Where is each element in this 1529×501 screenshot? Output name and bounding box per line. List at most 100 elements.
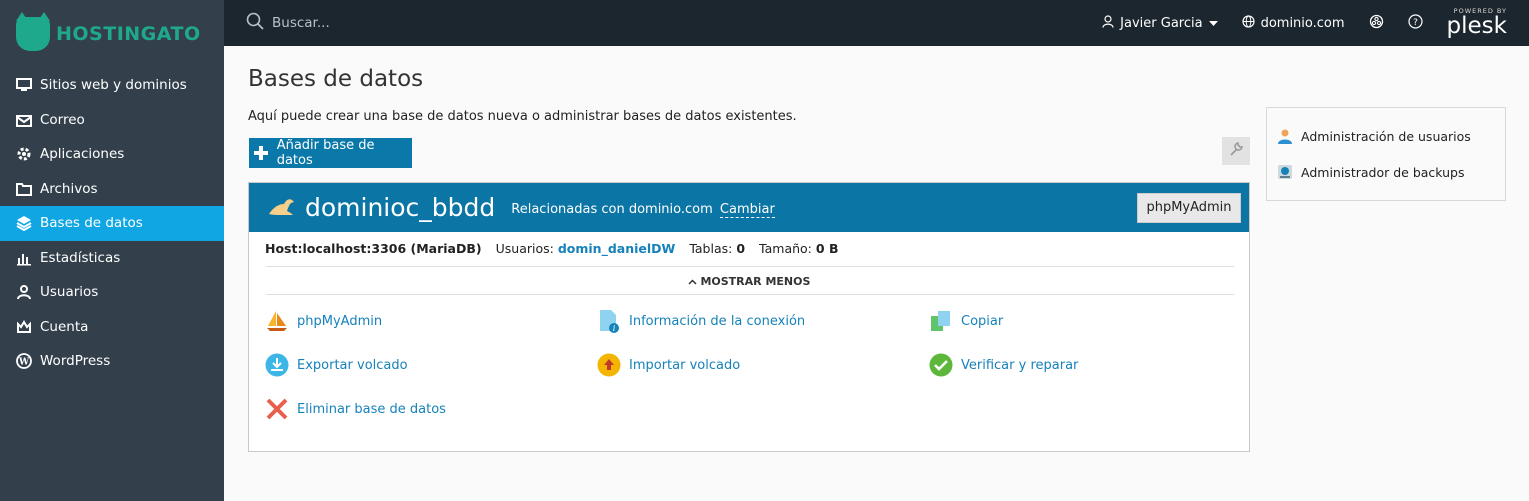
action-copy[interactable]: Copiar [929, 309, 1003, 333]
chevron-up-icon [688, 275, 697, 288]
wrench-icon [1228, 141, 1244, 161]
domain-menu[interactable]: dominio.com [1241, 14, 1345, 32]
help-icon: ? [1407, 13, 1423, 33]
backup-icon [1277, 164, 1293, 180]
sidebar-item-label: Aplicaciones [40, 146, 125, 163]
user-name: Javier Garcia [1120, 15, 1203, 31]
action-connection-info[interactable]: i Información de la conexión [597, 309, 805, 333]
folder-icon [16, 181, 32, 197]
sidebar-item-statistics[interactable]: Estadísticas [0, 241, 224, 276]
search-icon [246, 12, 264, 34]
sidebar-item-label: Bases de datos [40, 215, 143, 232]
plesk-wordmark: plesk [1446, 12, 1507, 39]
action-verify-repair[interactable]: Verificar y reparar [929, 353, 1078, 377]
bar-chart-icon [16, 250, 32, 266]
svg-text:W: W [18, 358, 30, 368]
delete-x-icon [265, 397, 289, 421]
plus-icon [253, 145, 269, 161]
user-menu[interactable]: Javier Garcia [1102, 14, 1218, 32]
crown-icon [16, 319, 32, 335]
users-label: Usuarios: [495, 241, 554, 256]
domain-name: dominio.com [1260, 15, 1345, 31]
plesk-logo[interactable]: POWERED BY plesk [1447, 8, 1507, 38]
sidebar-item-account[interactable]: Cuenta [0, 310, 224, 345]
tables-value: 0 [736, 241, 746, 256]
action-phpmyadmin[interactable]: phpMyAdmin [265, 309, 382, 333]
user-admin-icon [1277, 128, 1293, 144]
show-less-toggle[interactable]: MOSTRAR MENOS [249, 275, 1249, 288]
host-value: localhost:3306 (MariaDB) [302, 241, 482, 256]
sidebar-item-mail[interactable]: Correo [0, 103, 224, 138]
upload-icon [597, 353, 621, 377]
related-domain-text: Relacionadas con dominio.com [511, 202, 713, 217]
svg-text:i: i [613, 324, 616, 333]
sidebar-item-files[interactable]: Archivos [0, 172, 224, 207]
sailboat-icon [265, 309, 289, 333]
side-panel: Administración de usuarios Administrador… [1266, 107, 1506, 201]
sidebar: HOSTINGATO Sitios web y dominios Correo … [0, 0, 224, 501]
settings-button[interactable] [1222, 137, 1250, 165]
show-less-label: MOSTRAR MENOS [700, 275, 811, 288]
sidebar-item-label: Estadísticas [40, 249, 121, 266]
help-button[interactable]: ? [1407, 13, 1423, 33]
users-info: Usuarios: domin_danielDW [496, 241, 676, 256]
change-domain-link[interactable]: Cambiar [719, 202, 775, 218]
sidebar-item-label: Cuenta [40, 318, 89, 335]
search-box[interactable]: Buscar... [246, 12, 330, 34]
users-admin-link[interactable]: Administración de usuarios [1277, 128, 1471, 144]
topbar: Buscar... Javier Garcia dominio.com ? PO… [224, 0, 1529, 46]
globe-icon [1241, 14, 1255, 32]
sidebar-item-label: Archivos [40, 180, 98, 197]
phpmyadmin-button[interactable]: phpMyAdmin [1137, 192, 1241, 223]
tables-label: Tablas: [689, 241, 733, 256]
action-delete-database[interactable]: Eliminar base de datos [265, 397, 446, 421]
sidebar-item-label: Usuarios [40, 284, 99, 301]
action-import-dump[interactable]: Importar volcado [597, 353, 740, 377]
divider [266, 266, 1234, 267]
mail-icon [16, 112, 32, 128]
users-admin-label: Administración de usuarios [1301, 128, 1471, 144]
wordpress-icon: W [16, 353, 32, 370]
action-label: Copiar [961, 313, 1004, 329]
size-info: Tamaño: 0 B [759, 241, 838, 256]
action-export-dump[interactable]: Exportar volcado [265, 353, 408, 377]
database-card: dominioc_bbdd Relacionadas con dominio.c… [248, 182, 1250, 452]
sidebar-item-databases[interactable]: Bases de datos [0, 206, 224, 241]
sidebar-item-applications[interactable]: Aplicaciones [0, 137, 224, 172]
sea-lion-icon [267, 195, 295, 221]
check-circle-icon [929, 353, 953, 377]
action-label: Información de la conexión [629, 313, 806, 329]
database-relation: Relacionadas con dominio.com Cambiar [511, 202, 775, 218]
database-user-link[interactable]: domin_danielDW [558, 241, 676, 256]
download-icon [265, 353, 289, 377]
sidebar-item-label: Sitios web y dominios [40, 77, 187, 94]
size-value: 0 B [815, 241, 839, 256]
brand-logo[interactable]: HOSTINGATO [0, 0, 224, 68]
user-icon [1102, 14, 1114, 32]
cat-logo-icon [16, 12, 50, 51]
sidebar-item-websites[interactable]: Sitios web y dominios [0, 68, 224, 103]
caret-down-icon [1208, 16, 1218, 31]
action-label: phpMyAdmin [297, 313, 383, 329]
host-info: Host:localhost:3306 (MariaDB) [265, 241, 482, 256]
monitor-icon [16, 77, 32, 93]
database-info: Host:localhost:3306 (MariaDB) Usuarios: … [249, 232, 1249, 256]
extensions-icon [1369, 14, 1384, 33]
gear-icon [16, 146, 32, 162]
add-database-button[interactable]: Añadir base de datos [249, 138, 412, 168]
sidebar-item-wordpress[interactable]: W WordPress [0, 344, 224, 379]
sidebar-item-users[interactable]: Usuarios [0, 275, 224, 310]
database-header: dominioc_bbdd Relacionadas con dominio.c… [249, 183, 1249, 232]
divider [266, 294, 1234, 295]
action-label: Exportar volcado [297, 357, 408, 373]
backup-admin-label: Administrador de backups [1301, 164, 1465, 180]
extensions-button[interactable] [1369, 14, 1384, 33]
backup-admin-link[interactable]: Administrador de backups [1277, 164, 1465, 180]
database-name[interactable]: dominioc_bbdd [305, 193, 495, 222]
sidebar-item-label: Correo [40, 111, 85, 128]
search-input[interactable]: Buscar... [272, 15, 330, 31]
svg-text:?: ? [1413, 18, 1418, 28]
action-label: Importar volcado [629, 357, 741, 373]
document-info-icon: i [597, 309, 621, 333]
tables-info: Tablas: 0 [689, 241, 745, 256]
